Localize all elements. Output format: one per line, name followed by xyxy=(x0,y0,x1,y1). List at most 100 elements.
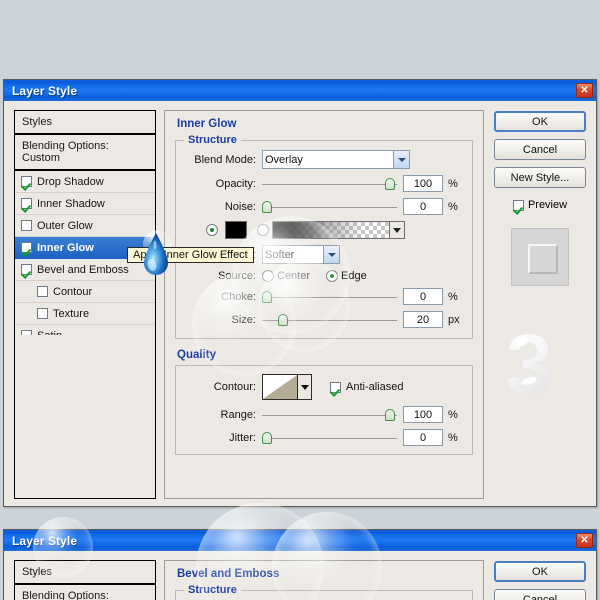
style-list-item[interactable]: Texture xyxy=(15,303,155,325)
range-label: Range: xyxy=(220,408,256,421)
anti-aliased-option[interactable]: Anti-aliased xyxy=(330,381,403,393)
gradient-preview[interactable] xyxy=(272,221,390,239)
anti-aliased-checkbox[interactable] xyxy=(330,381,341,393)
structure-legend: Structure xyxy=(188,134,237,146)
styles-panel: Styles Blending Options: Custom Drop Sha… xyxy=(14,110,156,499)
dialog-title-secondary: Layer Style xyxy=(12,533,78,548)
style-item-checkbox[interactable] xyxy=(21,242,32,253)
slider-thumb[interactable] xyxy=(384,177,395,190)
jitter-slider[interactable] xyxy=(262,431,397,445)
opacity-unit: % xyxy=(448,177,458,190)
source-row: Source: Center Edge xyxy=(184,270,464,282)
styles-panel-secondary: Styles Blending Options: Custom xyxy=(14,560,156,600)
choke-input[interactable] xyxy=(403,288,443,305)
styles-panel-header[interactable]: Styles xyxy=(15,111,155,135)
style-list-item[interactable]: Outer Glow xyxy=(15,215,155,237)
contour-preview[interactable] xyxy=(262,374,298,400)
noise-slider[interactable] xyxy=(262,200,397,214)
style-item-checkbox[interactable] xyxy=(37,308,48,319)
style-list-item[interactable]: Contour xyxy=(15,281,155,303)
chevron-down-icon[interactable] xyxy=(393,151,409,168)
jitter-row: Jitter: % xyxy=(184,429,464,446)
slider-thumb[interactable] xyxy=(278,313,289,326)
technique-select[interactable]: Softer xyxy=(262,245,340,264)
size-row: Size: px xyxy=(184,311,464,328)
fill-gradient-radio[interactable] xyxy=(257,224,269,236)
style-list-item[interactable]: Inner Shadow xyxy=(15,193,155,215)
source-center-option[interactable]: Center xyxy=(262,270,310,282)
choke-label: Choke: xyxy=(221,290,256,303)
source-edge-radio[interactable] xyxy=(326,270,339,282)
range-input[interactable] xyxy=(403,406,443,423)
contour-chevron-down-icon[interactable] xyxy=(298,374,312,400)
blend-mode-value: Overlay xyxy=(265,153,303,166)
cancel-button[interactable]: Cancel xyxy=(494,139,586,160)
range-slider[interactable] xyxy=(262,408,397,422)
preview-option[interactable]: Preview xyxy=(512,199,568,211)
style-preview-thumbnail xyxy=(511,228,569,286)
size-input[interactable] xyxy=(403,311,443,328)
contour-row: Contour: Anti-aliased xyxy=(184,374,464,400)
style-item-label: Texture xyxy=(53,307,90,320)
ok-button[interactable]: OK xyxy=(494,111,586,132)
glow-color-swatch[interactable] xyxy=(225,221,247,239)
slider-track xyxy=(262,437,397,439)
style-item-checkbox[interactable] xyxy=(37,286,48,297)
ok-button-secondary[interactable]: OK xyxy=(494,561,586,582)
style-item-checkbox[interactable] xyxy=(21,176,32,187)
style-list-item[interactable]: Drop Shadow xyxy=(15,171,155,193)
new-style-button[interactable]: New Style... xyxy=(494,167,586,188)
styles-panel-header-secondary[interactable]: Styles xyxy=(15,561,155,585)
structure-legend-secondary: Structure xyxy=(188,584,237,596)
fill-color-radio[interactable] xyxy=(206,224,218,236)
dialog-button-column: OK Cancel New Style... Preview xyxy=(492,110,588,498)
anti-aliased-label: Anti-aliased xyxy=(346,381,404,393)
slider-thumb[interactable] xyxy=(384,408,395,421)
close-icon[interactable]: ✕ xyxy=(576,83,593,98)
opacity-slider[interactable] xyxy=(262,177,397,191)
section-title-secondary: Bevel and Emboss xyxy=(177,568,280,580)
slider-track xyxy=(262,183,397,185)
style-item-label: Contour xyxy=(53,285,93,298)
dialog-title: Layer Style xyxy=(12,83,78,98)
size-slider[interactable] xyxy=(262,313,397,327)
dialog-titlebar[interactable]: Layer Style ✕ xyxy=(4,80,596,101)
noise-input[interactable] xyxy=(403,198,443,215)
slider-track xyxy=(262,206,397,208)
source-center-label: Center xyxy=(277,270,311,282)
source-center-radio[interactable] xyxy=(262,270,274,282)
style-item-label: Outer Glow xyxy=(37,219,93,232)
blend-mode-row: Blend Mode: Overlay xyxy=(184,150,464,169)
settings-panel-secondary: Bevel and Emboss Structure xyxy=(164,560,484,600)
preview-label: Preview xyxy=(527,199,568,211)
cancel-button-secondary[interactable]: Cancel xyxy=(494,589,586,600)
style-item-checkbox[interactable] xyxy=(21,198,32,209)
style-item-label: Inner Shadow xyxy=(37,197,105,210)
style-list-item[interactable]: Satin xyxy=(15,325,155,335)
jitter-input[interactable] xyxy=(403,429,443,446)
preview-checkbox[interactable] xyxy=(512,199,524,211)
source-label: Source: xyxy=(218,270,256,282)
choke-slider[interactable] xyxy=(262,290,397,304)
source-edge-option[interactable]: Edge xyxy=(326,270,367,282)
blend-mode-select[interactable]: Overlay xyxy=(262,150,410,169)
chevron-down-icon[interactable] xyxy=(323,246,339,263)
slider-thumb[interactable] xyxy=(262,200,272,213)
slider-thumb[interactable] xyxy=(262,431,272,444)
style-item-label: Bevel and Emboss xyxy=(37,263,129,276)
close-icon-secondary[interactable]: ✕ xyxy=(576,533,593,548)
dialog-titlebar-secondary[interactable]: Layer Style ✕ xyxy=(4,530,596,551)
blending-options-item-secondary[interactable]: Blending Options: Custom xyxy=(15,585,155,600)
style-item-checkbox[interactable] xyxy=(21,330,32,335)
slider-track xyxy=(262,414,397,416)
jitter-unit: % xyxy=(448,431,458,444)
choke-row: Choke: % xyxy=(184,288,464,305)
gradient-chevron-down-icon[interactable] xyxy=(390,221,405,239)
fill-type-row xyxy=(184,221,464,239)
slider-thumb[interactable] xyxy=(262,290,272,303)
style-item-checkbox[interactable] xyxy=(21,220,32,231)
blending-options-item[interactable]: Blending Options: Custom xyxy=(15,135,155,171)
technique-value: Softer xyxy=(265,248,295,261)
opacity-input[interactable] xyxy=(403,175,443,192)
style-item-checkbox[interactable] xyxy=(21,264,32,275)
